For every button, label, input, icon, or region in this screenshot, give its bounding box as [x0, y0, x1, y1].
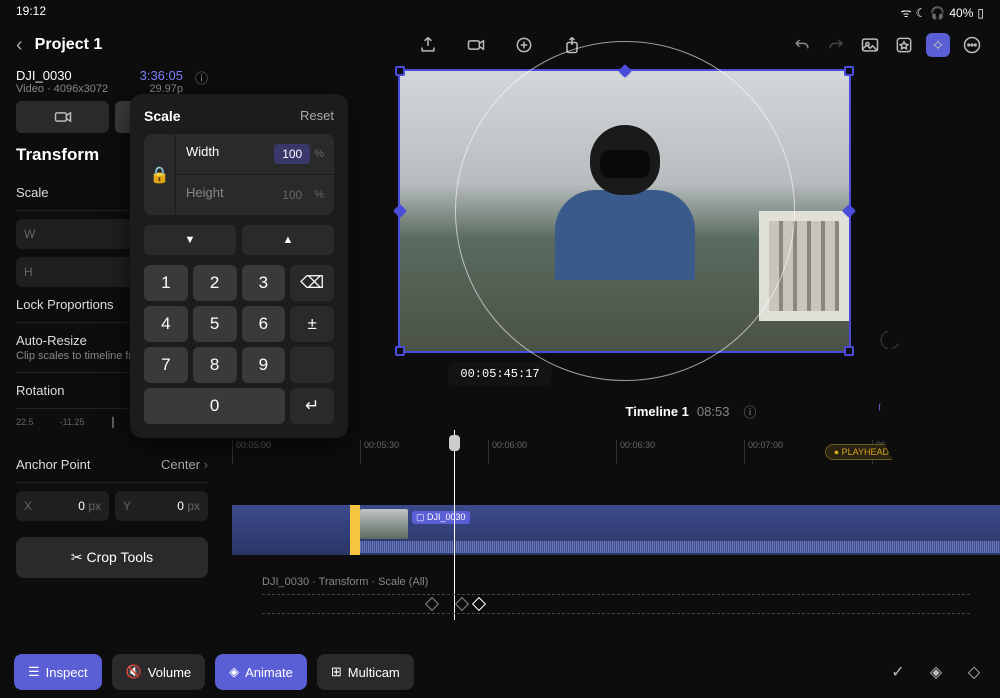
handle-br[interactable]: [844, 346, 854, 356]
rotation-guide[interactable]: [455, 41, 795, 381]
battery-pct: 40%: [949, 6, 973, 20]
handle-l[interactable]: [393, 204, 407, 218]
video-preview[interactable]: [398, 69, 851, 353]
key-4[interactable]: 4: [144, 306, 188, 342]
lock-icon[interactable]: 🔒: [144, 134, 176, 215]
key-3[interactable]: 3: [242, 265, 286, 301]
keyframe[interactable]: [425, 597, 439, 611]
inspect-button[interactable]: ☰ Inspect: [14, 654, 102, 690]
animate-button[interactable]: ◈ Animate: [215, 654, 307, 690]
tab-video[interactable]: [16, 101, 109, 133]
status-bar: 19:12 ᯤ ☾ 🎧 40% ▯: [0, 0, 1000, 25]
key-5[interactable]: 5: [193, 306, 237, 342]
timecode-display: 00:05:45:17: [448, 362, 551, 386]
handle-bl[interactable]: [395, 346, 405, 356]
numeric-keypad: 1 2 3 ⌫ 4 5 6 ± 7 8 9 0 ↵: [144, 265, 334, 424]
timeline-info-icon[interactable]: ⓘ: [743, 402, 756, 421]
keyframe-active[interactable]: [472, 597, 486, 611]
key-2[interactable]: 2: [193, 265, 237, 301]
favorites-icon[interactable]: [892, 33, 916, 57]
key-8[interactable]: 8: [193, 347, 237, 383]
media-name: DJI_0030: [16, 68, 108, 83]
key-7[interactable]: 7: [144, 347, 188, 383]
crop-tools-button[interactable]: ✂ Crop Tools: [16, 537, 208, 578]
keyframe-lane[interactable]: DJI_0030 · Transform · Scale (All): [232, 570, 1000, 616]
check-icon[interactable]: ✓: [886, 660, 910, 684]
key-backspace[interactable]: ⌫: [290, 265, 334, 301]
media-timecode: 3:36:05: [140, 68, 183, 83]
keyframe-icon[interactable]: ◇: [962, 660, 986, 684]
jog-wheel[interactable]: ✕: [880, 330, 1000, 500]
key-blank: [290, 347, 334, 383]
export-icon[interactable]: [416, 33, 440, 57]
anchor-row[interactable]: Anchor Point Center ›: [16, 447, 208, 483]
diamond-icon[interactable]: ◈: [924, 660, 948, 684]
camera-icon[interactable]: [464, 33, 488, 57]
scale-panel-title: Scale: [144, 108, 181, 124]
reset-button[interactable]: Reset: [300, 108, 334, 124]
moon-icon: ☾: [916, 6, 927, 20]
height-field[interactable]: Height 100%: [176, 175, 334, 215]
effects-icon[interactable]: [512, 33, 536, 57]
photo-icon[interactable]: [858, 33, 882, 57]
key-0[interactable]: 0: [144, 388, 285, 424]
headphones-icon: 🎧: [930, 6, 945, 20]
key-enter[interactable]: ↵: [290, 388, 334, 424]
ai-button[interactable]: [926, 33, 950, 57]
keyframe[interactable]: [455, 597, 469, 611]
media-details: Video · 4096x3072: [16, 83, 108, 95]
scale-panel: Scale Reset 🔒 Width 100% Height 100% ▼ ▲…: [130, 94, 348, 438]
anchor-y-field[interactable]: Y0 px: [115, 491, 208, 521]
handle-tl[interactable]: [395, 66, 405, 76]
key-plusminus[interactable]: ±: [290, 306, 334, 342]
status-time: 19:12: [16, 4, 46, 21]
video-track[interactable]: ▢ DJI_0030: [232, 505, 1000, 555]
wifi-icon: ᯤ: [901, 4, 912, 21]
clip-thumbnail[interactable]: [360, 509, 408, 539]
undo-button[interactable]: [790, 33, 814, 57]
anchor-x-field[interactable]: X0 px: [16, 491, 109, 521]
decrement-button[interactable]: ▼: [144, 225, 236, 255]
project-title: Project 1: [35, 36, 103, 54]
key-9[interactable]: 9: [242, 347, 286, 383]
battery-icon: ▯: [977, 6, 984, 20]
key-1[interactable]: 1: [144, 265, 188, 301]
clip-label: ▢ DJI_0030: [412, 511, 470, 524]
handle-tr[interactable]: [844, 66, 854, 76]
multicam-button[interactable]: ⊞ Multicam: [317, 654, 414, 690]
bottom-bar: ☰ Inspect 🔇 Volume ◈ Animate ⊞ Multicam …: [0, 646, 1000, 698]
info-icon[interactable]: ⓘ: [195, 68, 208, 87]
volume-button[interactable]: 🔇 Volume: [112, 654, 206, 690]
key-6[interactable]: 6: [242, 306, 286, 342]
playhead-knob[interactable]: [449, 435, 460, 451]
back-button[interactable]: ‹: [16, 34, 23, 57]
redo-button: [824, 33, 848, 57]
more-icon[interactable]: [960, 33, 984, 57]
width-field[interactable]: Width 100%: [176, 134, 334, 175]
increment-button[interactable]: ▲: [242, 225, 334, 255]
